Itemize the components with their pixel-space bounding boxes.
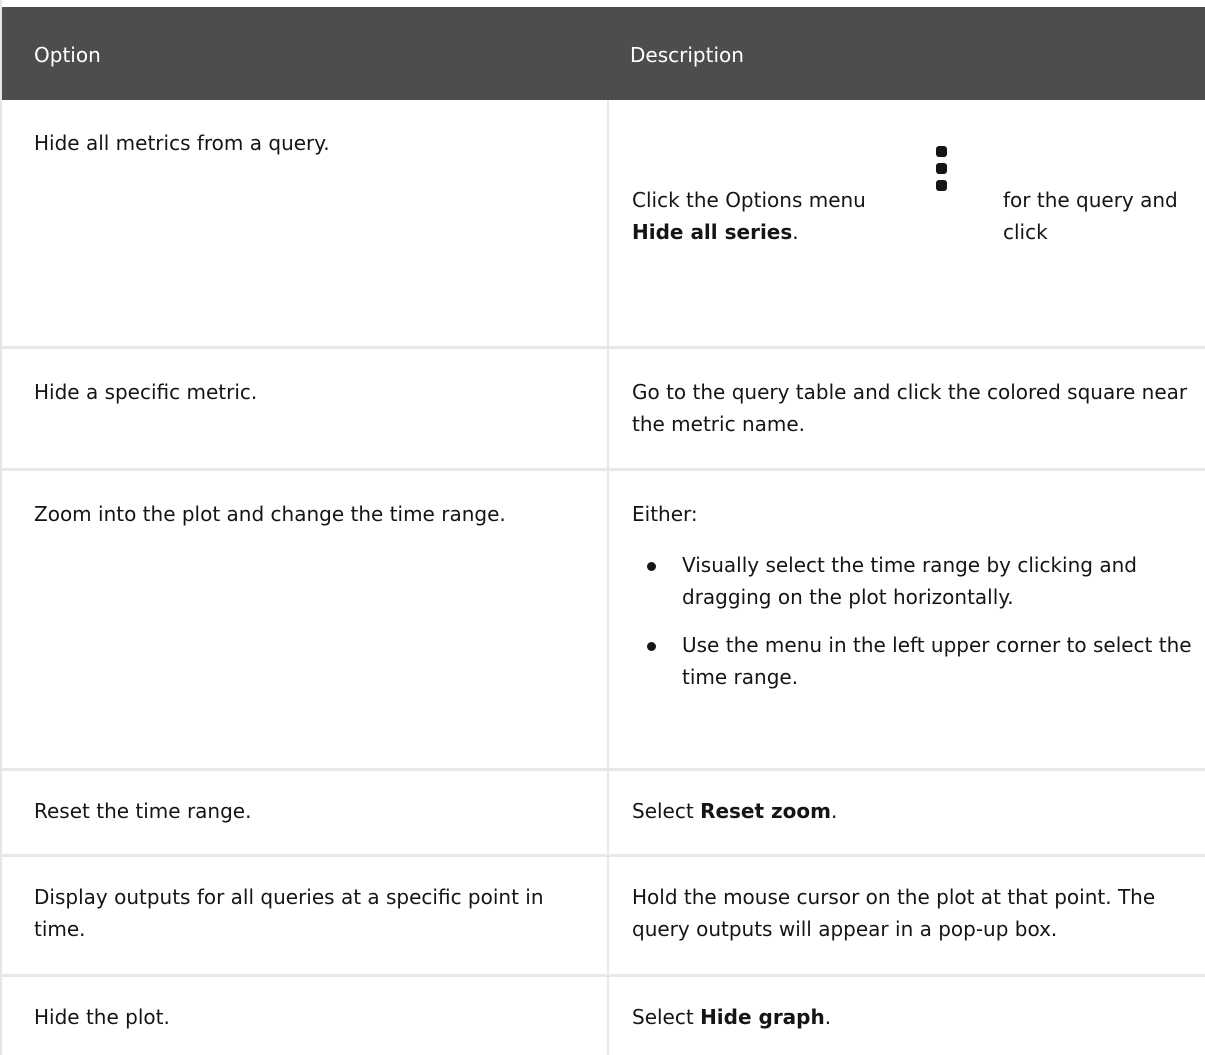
description-cell: Go to the query table and click the colo… xyxy=(609,349,1205,468)
list-item: Use the menu in the left upper corner to… xyxy=(632,629,1202,693)
description-cell: Click the Options menu for the query and… xyxy=(609,100,1205,346)
options-table: Option Description Hide all metrics from… xyxy=(0,0,1205,1055)
table-row: Reset the time range. Select Reset zoom. xyxy=(2,771,1205,857)
list-item: Visually select the time range by clicki… xyxy=(632,549,1202,613)
header-option: Option xyxy=(34,43,101,67)
kebab-icon xyxy=(935,146,947,192)
hide-all-series-label: Hide all series xyxy=(632,220,793,244)
option-text: Display outputs for all queries at a spe… xyxy=(34,885,544,941)
description-text-line2: Hide all series. xyxy=(632,220,799,244)
option-text: Reset the time range. xyxy=(34,799,252,823)
option-cell: Hide all metrics from a query. xyxy=(2,100,609,346)
description-text: Select Hide graph. xyxy=(632,1005,832,1029)
option-text: Hide the plot. xyxy=(34,1005,170,1029)
description-text: Click the Options menu xyxy=(632,188,866,212)
description-text: Select Reset zoom. xyxy=(632,799,838,823)
option-cell: Hide the plot. xyxy=(2,977,609,1055)
bullet-icon xyxy=(647,642,656,651)
bullet-list: Visually select the time range by clicki… xyxy=(632,549,1202,709)
description-text: Hold the mouse cursor on the plot at tha… xyxy=(632,885,1156,941)
option-cell: Display outputs for all queries at a spe… xyxy=(2,857,609,974)
table-row: Hide a specific metric. Go to the query … xyxy=(2,349,1205,471)
reset-zoom-label: Reset zoom xyxy=(700,799,831,823)
description-cell: Select Hide graph. xyxy=(609,977,1205,1055)
description-cell: Select Reset zoom. xyxy=(609,771,1205,854)
table-header: Option Description xyxy=(2,7,1205,100)
option-cell: Hide a specific metric. xyxy=(2,349,609,468)
option-cell: Reset the time range. xyxy=(2,771,609,854)
header-description: Description xyxy=(630,43,744,67)
description-text: Go to the query table and click the colo… xyxy=(632,380,1188,436)
description-cell: Hold the mouse cursor on the plot at tha… xyxy=(609,857,1205,974)
table-row: Hide all metrics from a query. Click the… xyxy=(2,100,1205,349)
option-text: Hide a specific metric. xyxy=(34,380,258,404)
table-row: Hide the plot. Select Hide graph. xyxy=(2,977,1205,1055)
hide-graph-label: Hide graph xyxy=(700,1005,825,1029)
option-text: Hide all metrics from a query. xyxy=(34,131,330,155)
description-cell: Either: Visually select the time range b… xyxy=(609,471,1205,768)
bullet-icon xyxy=(647,562,656,571)
option-text: Zoom into the plot and change the time r… xyxy=(34,502,506,526)
description-intro: Either: xyxy=(632,502,698,526)
table-row: Zoom into the plot and change the time r… xyxy=(2,471,1205,771)
table-row: Display outputs for all queries at a spe… xyxy=(2,857,1205,977)
option-cell: Zoom into the plot and change the time r… xyxy=(2,471,609,768)
